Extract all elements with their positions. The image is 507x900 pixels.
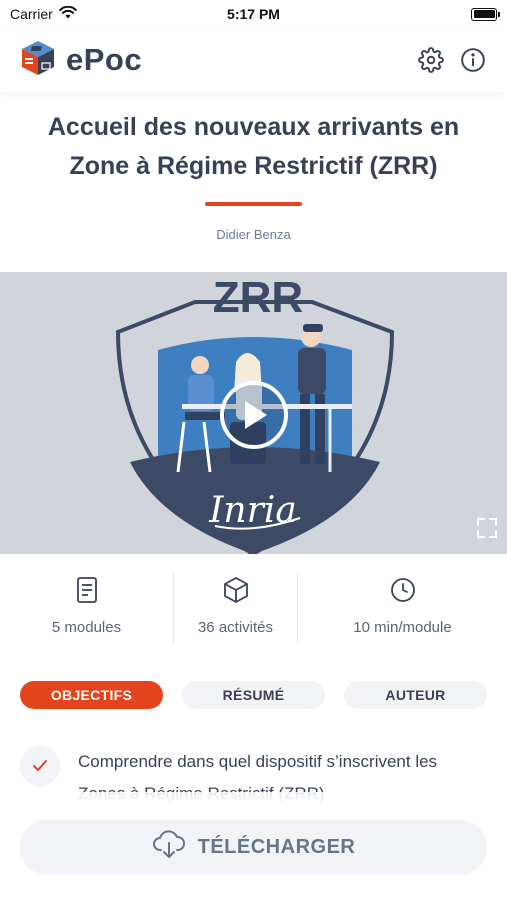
document-icon [75, 576, 99, 609]
fullscreen-icon[interactable] [475, 516, 499, 540]
info-tabs: OBJECTIFS RÉSUMÉ AUTEUR [20, 681, 487, 709]
cloud-download-icon [152, 829, 186, 865]
cube-icon [223, 576, 249, 609]
thumbnail-logo-text: Inria [208, 490, 297, 531]
stat-activities: 36 activités [174, 572, 298, 644]
battery-icon [471, 7, 500, 21]
author-name: Didier Benza [216, 227, 291, 242]
course-title: Accueil des nouveaux arrivants en Zone à… [47, 113, 460, 180]
header-actions [417, 46, 487, 74]
play-icon[interactable] [220, 381, 288, 449]
tab-objectifs[interactable]: OBJECTIFS [20, 681, 163, 709]
tab-resume[interactable]: RÉSUMÉ [182, 681, 325, 709]
course-video[interactable]: ZRR Inria [0, 272, 507, 554]
settings-icon[interactable] [417, 46, 445, 74]
clock-icon [389, 576, 417, 609]
title-underline [205, 202, 302, 206]
tab-auteur[interactable]: AUTEUR [344, 681, 487, 709]
thumbnail-zrr-text: ZRR [213, 273, 303, 322]
app-name: ePoc [66, 42, 143, 77]
download-button[interactable]: TÉLÉCHARGER [20, 820, 487, 874]
stat-modules: 5 modules [0, 572, 174, 644]
download-label: TÉLÉCHARGER [197, 835, 356, 858]
carrier-label: Carrier [10, 6, 53, 22]
stat-duration: 10 min/module [298, 572, 507, 644]
status-bar: Carrier 5:17 PM [0, 0, 507, 28]
wifi-icon [58, 5, 77, 22]
app-header: ePoc [0, 28, 507, 92]
logo-icon [20, 39, 56, 82]
info-icon[interactable] [459, 46, 487, 74]
check-icon [20, 746, 60, 786]
brand: ePoc [20, 39, 142, 82]
status-left: Carrier [10, 5, 77, 22]
course-stats: 5 modules 36 activités 10 min/module [0, 572, 507, 644]
stat-label: 36 activités [197, 619, 274, 636]
stat-label: 5 modules [51, 619, 122, 636]
stat-label: 10 min/module [353, 619, 452, 636]
